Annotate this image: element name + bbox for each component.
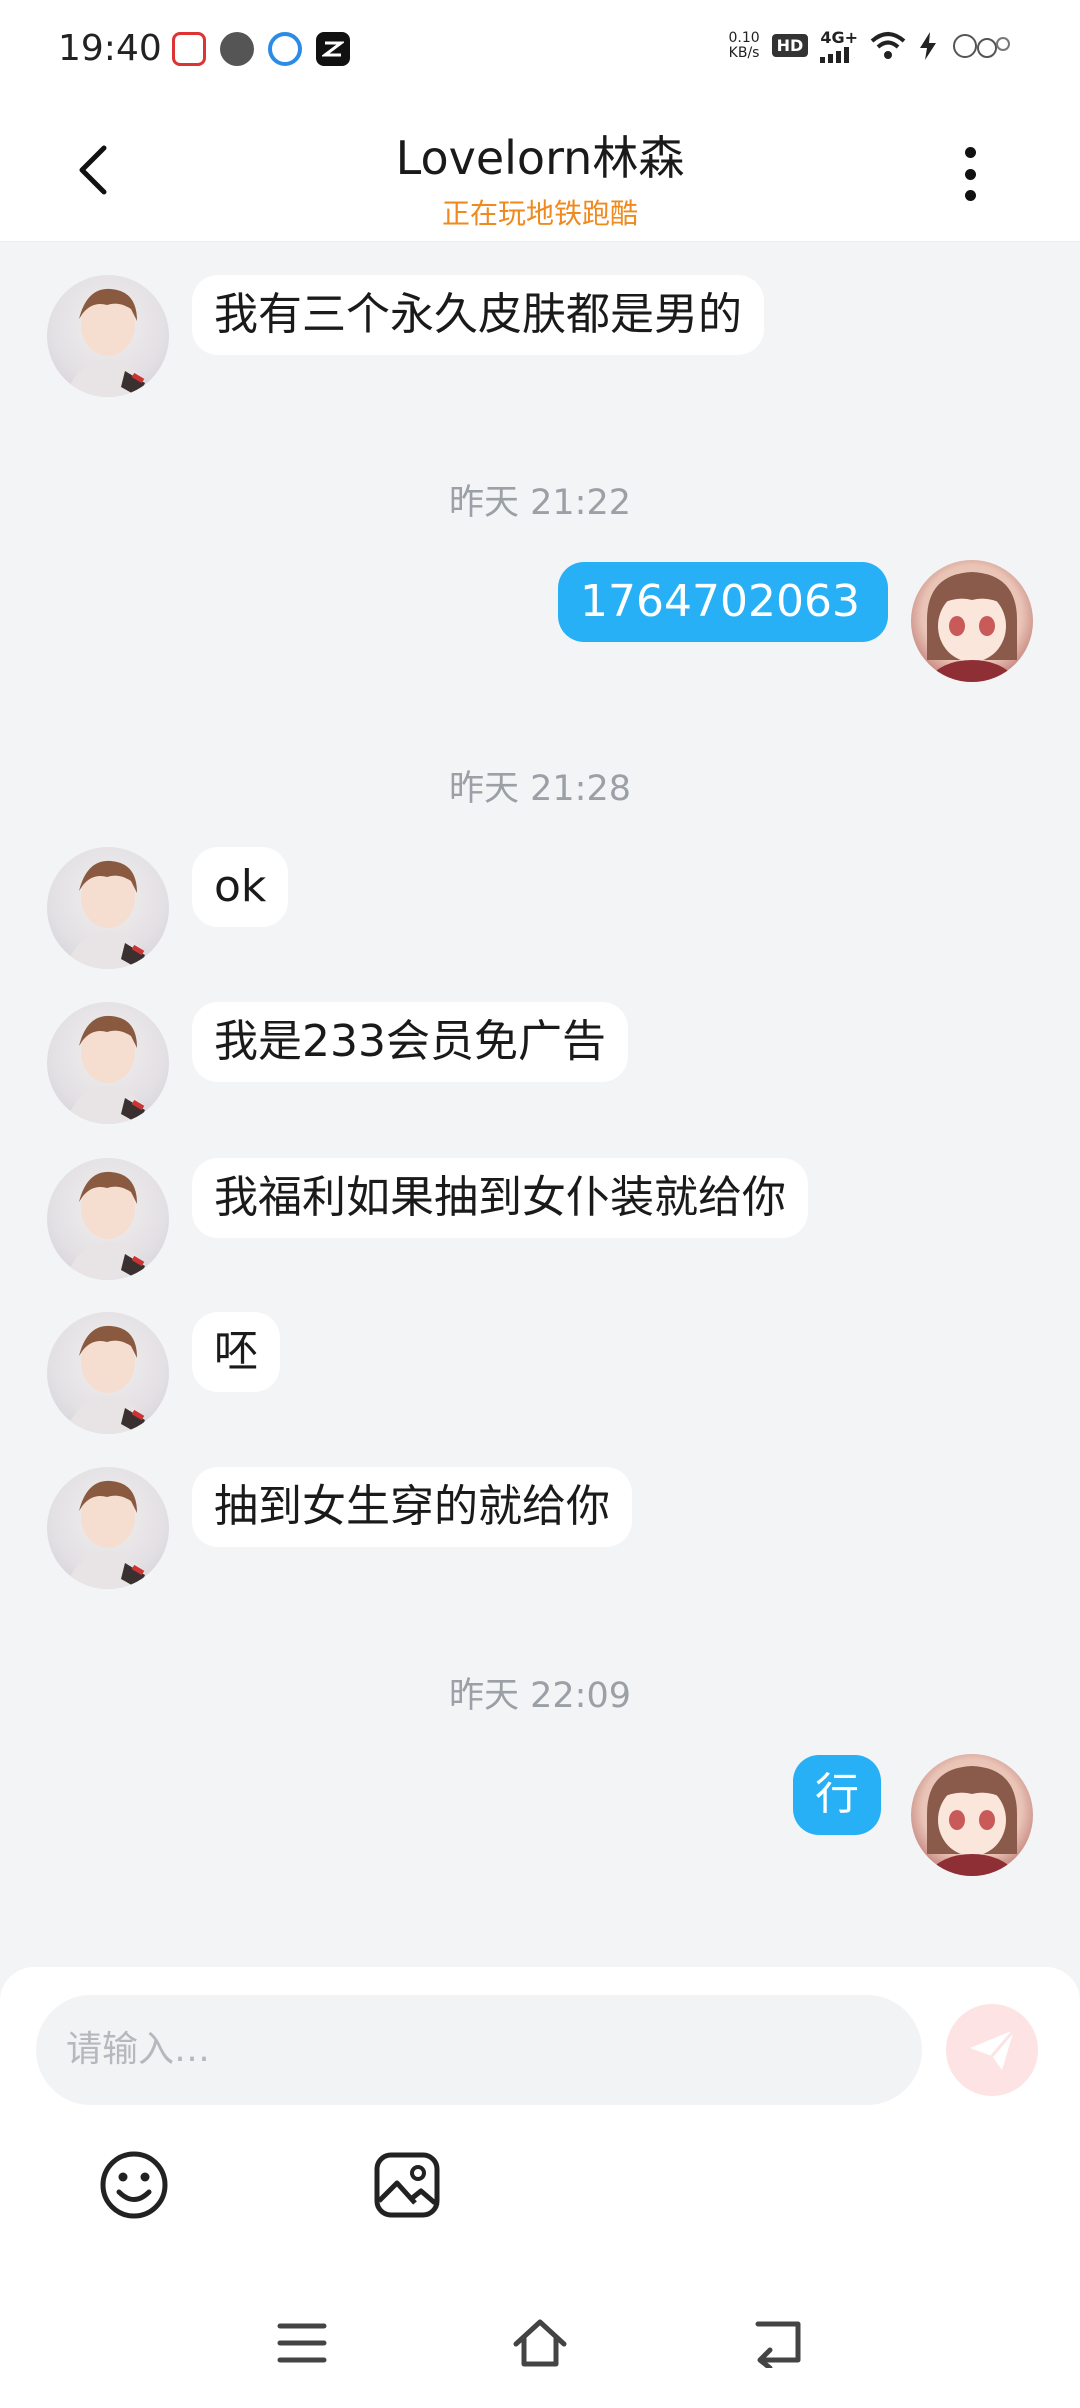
status-bar: 19:40 0.10 KB/s HD 4G+ — [0, 0, 1080, 100]
signal-indicator: 4G+ — [820, 28, 858, 63]
status-time: 19:40 — [58, 28, 162, 69]
dot-icon — [964, 168, 976, 180]
my-avatar[interactable] — [911, 560, 1033, 682]
friend-avatar[interactable] — [47, 1002, 169, 1124]
friend-avatar[interactable] — [47, 1312, 169, 1434]
friend-message-bubble[interactable]: ok — [192, 847, 289, 927]
image-button[interactable] — [371, 2149, 443, 2221]
dot-icon — [964, 147, 976, 158]
friend-avatar[interactable] — [47, 1467, 169, 1589]
send-button[interactable] — [946, 2004, 1038, 2096]
nav-menu-button[interactable] — [276, 2318, 328, 2368]
status-app-icons — [172, 32, 350, 66]
browser-icon — [268, 32, 302, 66]
nav-home-button[interactable] — [510, 2314, 570, 2370]
chat-title-group: Lovelorn林森 正在玩地铁跑酷 — [0, 122, 1080, 232]
friend-message-bubble[interactable]: 呸 — [192, 1312, 280, 1392]
signal-bars-icon — [820, 47, 850, 63]
network-speed: 0.10 KB/s — [728, 29, 760, 61]
battery-icon — [953, 33, 1010, 58]
timestamp: 昨天 21:22 — [449, 483, 631, 523]
my-message-bubble[interactable]: 1764702063 — [558, 562, 888, 642]
friend-message-bubble[interactable]: 我有三个永久皮肤都是男的 — [192, 275, 764, 355]
friend-message-bubble[interactable]: 我福利如果抽到女仆装就给你 — [192, 1158, 808, 1238]
capcut-icon — [316, 32, 350, 66]
more-options-button[interactable] — [950, 144, 990, 204]
status-indicators: 0.10 KB/s HD 4G+ — [728, 28, 1010, 63]
chat-header: Lovelorn林森 正在玩地铁跑酷 — [0, 100, 1080, 242]
clock-icon — [220, 32, 254, 66]
chat-status: 正在玩地铁跑酷 — [441, 197, 638, 230]
friend-avatar[interactable] — [47, 1158, 169, 1280]
timestamp: 昨天 21:28 — [449, 769, 631, 809]
message-input[interactable]: 请输入… — [36, 1995, 922, 2105]
network-type: 4G+ — [820, 28, 858, 47]
nav-back-button[interactable] — [752, 2316, 808, 2368]
my-message-bubble[interactable]: 行 — [793, 1755, 881, 1835]
baidu-icon — [172, 32, 206, 66]
friend-message-bubble[interactable]: 我是233会员免广告 — [192, 1002, 628, 1082]
charging-icon — [920, 31, 936, 60]
message-list[interactable]: 我有三个永久皮肤都是男的 昨天 21:22 1764702063 昨天 21:2… — [0, 242, 1080, 1967]
hd-badge: HD — [771, 34, 809, 57]
timestamp: 昨天 22:09 — [449, 1676, 631, 1716]
dot-icon — [964, 190, 976, 201]
send-icon — [970, 2029, 1016, 2070]
friend-avatar[interactable] — [47, 275, 169, 397]
friend-avatar[interactable] — [47, 847, 169, 969]
chat-title: Lovelorn林森 — [395, 131, 685, 185]
my-avatar[interactable] — [911, 1754, 1033, 1876]
wifi-icon — [870, 31, 906, 59]
friend-message-bubble[interactable]: 抽到女生穿的就给你 — [192, 1467, 632, 1547]
emoji-button[interactable] — [98, 2149, 170, 2221]
